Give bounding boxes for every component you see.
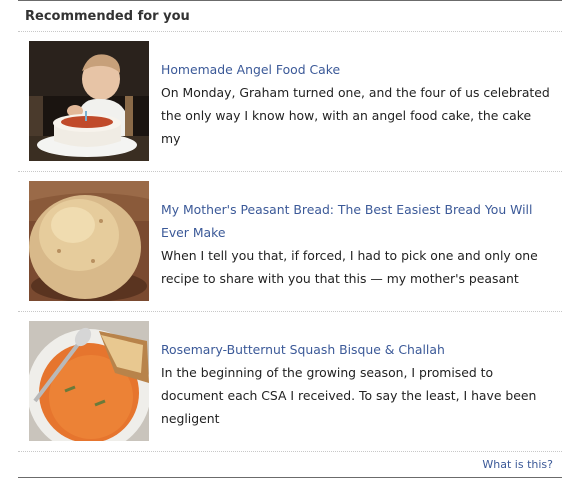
thumbnail-image[interactable] (29, 41, 149, 161)
thumbnail-image[interactable] (29, 321, 149, 441)
item-title-link[interactable]: My Mother's Peasant Bread: The Best Easi… (161, 198, 551, 244)
list-item: Rosemary-Butternut Squash Bisque & Chall… (18, 312, 562, 452)
item-title-link[interactable]: Rosemary-Butternut Squash Bisque & Chall… (161, 338, 551, 361)
list-item: Homemade Angel Food Cake On Monday, Grah… (18, 32, 562, 172)
what-is-this-link[interactable]: What is this? (482, 458, 553, 471)
recommendations-widget: Recommended for you Homemade Angel Food … (18, 0, 562, 478)
item-title-link[interactable]: Homemade Angel Food Cake (161, 58, 551, 81)
item-excerpt: On Monday, Graham turned one, and the fo… (161, 85, 550, 146)
widget-title: Recommended for you (18, 1, 562, 32)
list-item: My Mother's Peasant Bread: The Best Easi… (18, 172, 562, 312)
thumbnail-image[interactable] (29, 181, 149, 301)
item-excerpt: When I tell you that, if forced, I had t… (161, 248, 538, 286)
item-excerpt: In the beginning of the growing season, … (161, 365, 537, 426)
